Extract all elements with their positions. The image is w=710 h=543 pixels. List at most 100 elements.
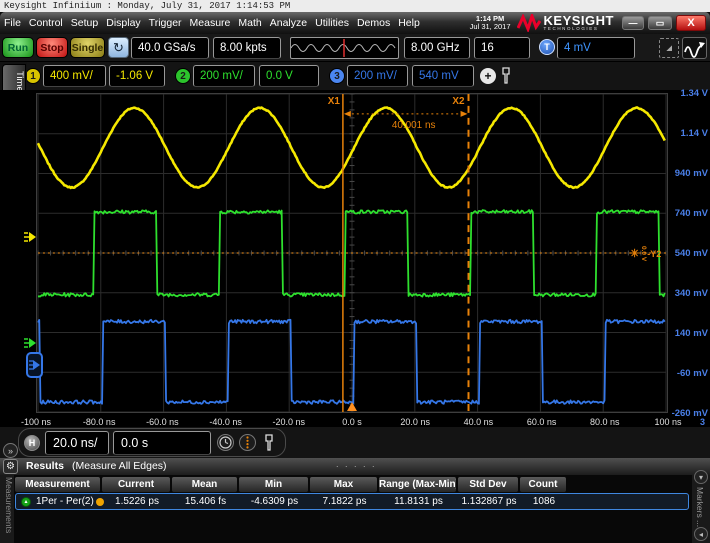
y2-marker-label[interactable]: ✳ 0.0 V -Y2 [630,246,661,261]
column-header-count: Count [520,477,566,492]
timebase-position-field[interactable]: 0.0 s [113,431,211,455]
x-axis-tick: 20.0 ns [387,417,443,427]
trigger-level-field[interactable]: 4 mV [557,37,635,59]
measurement-value: 7.1822 ps [310,495,379,509]
clock-display: 1:14 PM Jul 31, 2017 [470,15,517,31]
waveform-zoom-icon[interactable] [682,37,707,59]
menu-math[interactable]: Math [234,17,265,29]
channel-2-offset-field[interactable]: 0.0 V [259,65,319,87]
probe-icon[interactable] [263,434,275,452]
preview-waveform-icon [291,38,398,58]
timebase-group: H 20.0 ns/ 0.0 s [18,428,286,457]
menu-measure[interactable]: Measure [186,17,235,29]
acquisition-toolbar: Run Stop Single ↻ 40.0 GSa/s 8.00 kpts 8… [0,34,710,62]
channel-3-ground-marker[interactable] [26,352,43,378]
keysight-spark-icon [517,14,541,32]
clock-date: Jul 31, 2017 [470,23,511,31]
x-axis-tick: -60.0 ns [134,417,190,427]
run-button[interactable]: Run [2,37,34,58]
measurement-value: 15.406 fs [172,495,239,509]
y-axis-tick: 540 mV [671,248,708,259]
channel-1-ground-marker[interactable] [23,229,37,245]
waveform-zoom-glyph [683,38,706,58]
channel-3-badge[interactable]: 3 [329,68,345,84]
tab-measurements[interactable]: Measurements [0,475,14,543]
y2-name: -Y2 [647,249,661,259]
results-panel: ⚙ Results (Measure All Edges) . . . . . … [0,458,710,543]
averages-field[interactable]: 16 [474,37,530,59]
keysight-logo: KEYSIGHT TECHNOLOGIES [517,14,622,32]
results-table: MeasurementCurrentMeanMinMaxRange (Max-M… [14,475,692,543]
dotted-line-glyph [240,435,255,450]
single-button[interactable]: Single [70,37,105,58]
channel-1-scale-field[interactable]: 400 mV/ [43,65,106,87]
x-axis-tick: 100 ns [640,417,696,427]
x1-marker-label: X1 [328,96,341,107]
expand-panel-button[interactable]: » [3,443,18,458]
menu-display[interactable]: Display [102,17,144,29]
menu-help[interactable]: Help [394,17,424,29]
channel-2-scale-field[interactable]: 200 mV/ [193,65,255,87]
y-axis-tick: 1.14 V [671,128,708,139]
add-waveform-icon[interactable]: + [480,68,496,84]
menu-control[interactable]: Control [25,17,67,29]
y-axis-tick: 940 mV [671,168,708,179]
column-header-measurement: Measurement [15,477,100,492]
menu-file[interactable]: File [0,17,25,29]
memory-depth-field[interactable]: 8.00 kpts [213,37,281,59]
gear-icon[interactable]: ⚙ [3,459,18,474]
x-axis-tick: -40.0 ns [198,417,254,427]
minimize-button[interactable]: — [622,16,644,30]
x2-marker-label: X2 [452,96,465,107]
results-title: Results [26,460,64,472]
x-axis-tick: -100 ns [8,417,64,427]
column-header-min: Min [239,477,308,492]
drag-handle-dots[interactable]: . . . . . [336,459,377,469]
clock-icon[interactable] [217,434,234,451]
scroll-left-icon[interactable]: ◂ [694,527,708,541]
scroll-down-icon[interactable]: ▾ [694,470,708,484]
channel-1-badge[interactable]: 1 [25,68,41,84]
horizontal-badge-icon[interactable]: H [24,435,40,451]
bandwidth-field[interactable]: 8.00 GHz [404,37,470,59]
timebase-scale-field[interactable]: 20.0 ns/ [45,431,109,455]
menu-utilities[interactable]: Utilities [311,17,353,29]
menu-trigger[interactable]: Trigger [145,17,186,29]
channel-3-scale-field[interactable]: 200 mV/ [347,65,408,87]
sample-rate-field[interactable]: 40.0 GSa/s [131,37,209,59]
acquisition-preview[interactable] [290,37,399,59]
window-title: Keysight Infiniium : Monday, July 31, 20… [0,0,710,12]
y-axis-tick: 1.34 V [671,88,708,99]
column-header-std-dev: Std Dev [458,477,518,492]
channel-3-offset-field[interactable]: 540 mV [412,65,474,87]
results-header: ⚙ Results (Measure All Edges) . . . . . [0,458,710,475]
measurement-status-icon: ▴ [21,497,31,507]
zoom-select-icon[interactable] [659,38,679,58]
channel-2-badge[interactable]: 2 [175,68,191,84]
measurement-value: 11.8131 ps [379,495,458,509]
oscilloscope-app: Keysight Infiniium : Monday, July 31, 20… [0,0,710,543]
x-axis-tick: 40.0 ns [450,417,506,427]
close-button[interactable]: X [676,15,706,31]
clear-display-button[interactable]: ↻ [108,37,129,58]
restore-button[interactable]: ▭ [648,16,672,30]
channel-1-offset-field[interactable]: -1.06 V [109,65,165,87]
menu-analyze[interactable]: Analyze [266,17,311,29]
channel-2-ground-marker[interactable] [23,335,37,351]
measurement-row[interactable]: ▴ 1Per - Per(2) 1.5226 ps15.406 fs-4.630… [15,493,689,510]
y-axis-tick: -60 mV [671,368,708,379]
probe-icon[interactable] [500,67,512,85]
measurement-value: 1.132867 ps [458,495,520,509]
y2-star-icon: ✳ [630,247,639,260]
waveform-plot[interactable]: X1X240.001 ns [36,93,668,413]
menu-demos[interactable]: Demos [353,17,394,29]
dotted-line-icon[interactable] [239,434,256,451]
tab-markers[interactable]: Markers ... [695,487,705,527]
stop-button[interactable]: Stop [36,37,68,58]
measurement-name: 1Per - Per(2) [36,495,94,509]
measurement-value: -4.6309 ps [239,495,310,509]
menu-setup[interactable]: Setup [67,17,102,29]
timebase-bar: H 20.0 ns/ 0.0 s [0,427,710,458]
trigger-badge-icon[interactable]: T [539,39,555,55]
column-header-current: Current [102,477,170,492]
